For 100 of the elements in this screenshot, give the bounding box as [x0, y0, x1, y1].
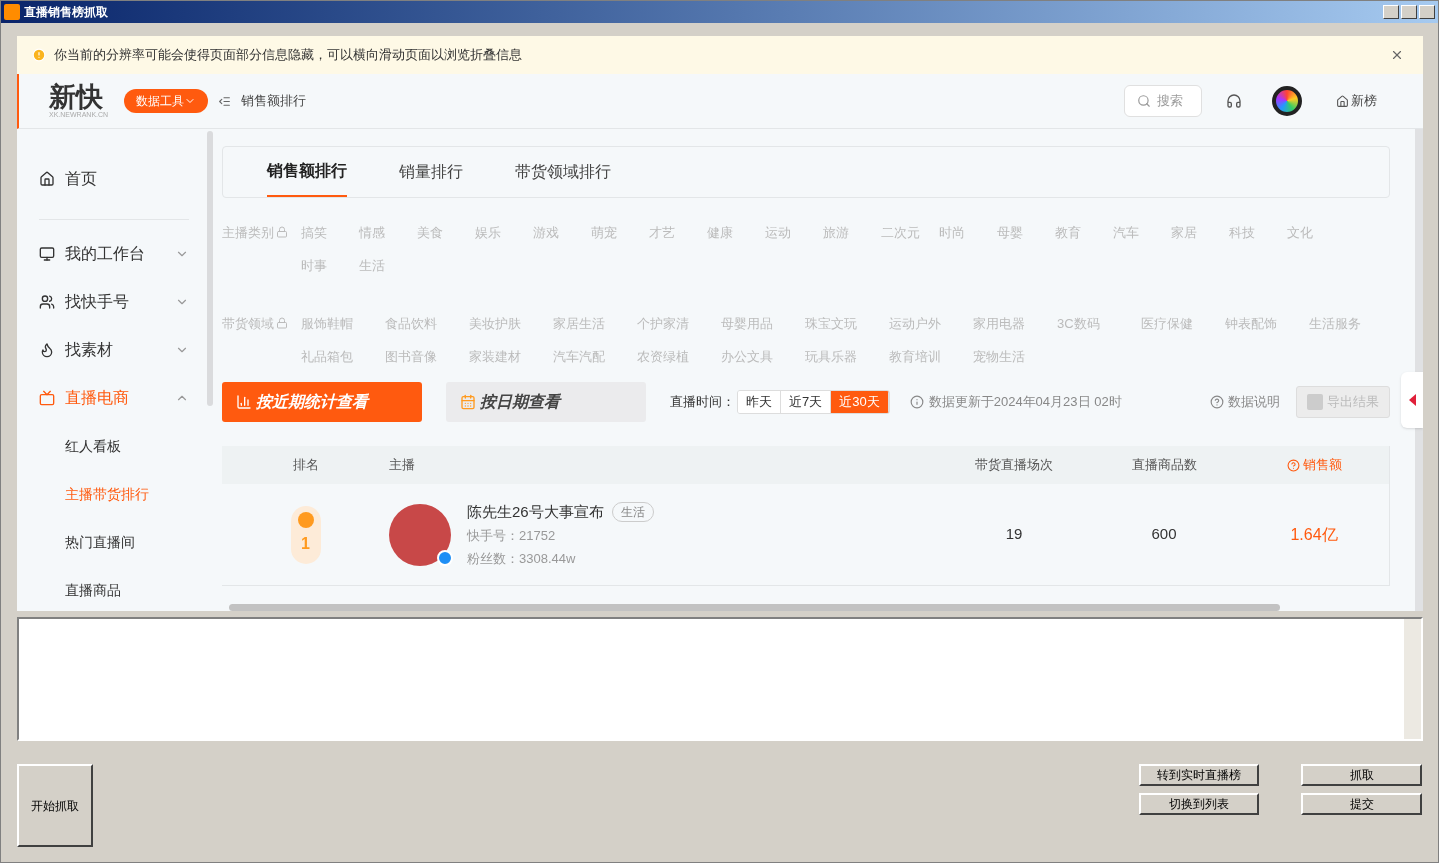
filter-label: 带货领域 [222, 315, 274, 333]
filter-option[interactable]: 才艺 [649, 223, 707, 256]
filter-option[interactable]: 旅游 [823, 223, 881, 256]
time-option[interactable]: 近7天 [781, 391, 832, 413]
filter-option[interactable]: 礼品箱包 [301, 347, 385, 380]
view-button[interactable]: 按近期统计查看 [222, 382, 422, 422]
bar-chart-icon [236, 394, 252, 410]
filter-option[interactable]: 运动 [765, 223, 823, 256]
close-icon[interactable] [1390, 48, 1404, 62]
filter-option[interactable]: 母婴用品 [721, 314, 805, 347]
filter-option[interactable]: 汽车 [1113, 223, 1171, 256]
filter-option[interactable]: 时尚 [939, 223, 997, 256]
filter-option[interactable]: 图书音像 [385, 347, 469, 380]
filter-option[interactable]: 服饰鞋帽 [301, 314, 385, 347]
close-button[interactable] [1419, 5, 1435, 19]
table-cell-text: 19 [1004, 524, 1024, 545]
flame-icon [39, 342, 55, 358]
filter-option[interactable]: 个护家清 [637, 314, 721, 347]
filter-option[interactable]: 家用电器 [973, 314, 1057, 347]
time-option[interactable]: 昨天 [738, 391, 781, 413]
logo[interactable]: 新快 [49, 84, 109, 111]
filter-option[interactable]: 医疗保健 [1141, 314, 1225, 347]
sidebar-item[interactable]: 首页 [39, 155, 189, 203]
new-list-link[interactable]: 新榜 [1351, 91, 1377, 111]
data-note-link[interactable]: 数据说明 [1228, 392, 1280, 412]
scrollbar[interactable] [1404, 619, 1421, 739]
sidebar-item[interactable]: 直播电商 [39, 374, 189, 422]
fetch-button[interactable]: 抓取 [1301, 764, 1422, 786]
filter-option[interactable]: 家居 [1171, 223, 1229, 256]
tools-button[interactable]: 数据工具 [124, 89, 209, 113]
app-icon [4, 4, 20, 20]
home-icon[interactable] [1336, 94, 1349, 108]
column-header[interactable]: 带货直播场次 [975, 455, 1053, 475]
sidebar-subitem[interactable]: 主播带货排行 [39, 470, 205, 518]
filter-option[interactable]: 搞笑 [301, 223, 359, 256]
filter-option[interactable]: 健康 [707, 223, 765, 256]
filter-option[interactable]: 3C数码 [1057, 314, 1141, 347]
sidebar-subitem[interactable]: 红人看板 [39, 422, 205, 470]
scrollbar[interactable] [207, 131, 213, 406]
search-icon [1137, 94, 1151, 108]
filter-option[interactable]: 时事 [301, 256, 359, 289]
account-id: 快手号：21752 [467, 527, 557, 546]
fans-count: 粉丝数：3308.44w [467, 549, 577, 568]
sidebar-subitem[interactable]: 直播商品 [39, 566, 205, 611]
sidebar-item[interactable]: 找快手号 [39, 278, 189, 326]
filter-option[interactable]: 美妆护肤 [469, 314, 553, 347]
maximize-button[interactable] [1401, 5, 1417, 19]
tab[interactable]: 销售额排行 [267, 147, 347, 197]
side-toggle[interactable] [1401, 372, 1423, 428]
column-header[interactable]: 主播 [389, 457, 415, 473]
tab[interactable]: 销量排行 [399, 147, 463, 197]
home-icon [39, 171, 55, 187]
filter-option[interactable]: 文化 [1287, 223, 1345, 256]
column-header[interactable]: 排名 [292, 455, 319, 475]
sidebar-item[interactable]: 我的工作台 [39, 230, 189, 278]
update-time: 数据更新于2024年04月23日 02时 [928, 393, 1122, 412]
filter-option[interactable]: 科技 [1229, 223, 1287, 256]
sidebar-item[interactable]: 找素材 [39, 326, 189, 374]
sidebar-subitem[interactable]: 热门直播间 [39, 518, 205, 566]
filter-option[interactable]: 情感 [359, 223, 417, 256]
collapse-icon[interactable] [218, 94, 232, 108]
help-icon[interactable] [1210, 395, 1224, 409]
filter-option[interactable]: 宠物生活 [973, 347, 1057, 380]
filter-option[interactable]: 钟表配饰 [1225, 314, 1309, 347]
filter-option[interactable]: 汽车汽配 [553, 347, 637, 380]
filter-option[interactable]: 二次元 [881, 223, 939, 256]
avatar[interactable] [1272, 86, 1302, 116]
filter-option[interactable]: 农资绿植 [637, 347, 721, 380]
sales-value: 1.64亿 [1289, 524, 1339, 545]
filter-option[interactable]: 珠宝文玩 [805, 314, 889, 347]
filter-option[interactable]: 生活服务 [1309, 314, 1393, 347]
time-option[interactable]: 近30天 [831, 391, 889, 413]
minimize-button[interactable] [1383, 5, 1399, 19]
filter-option[interactable]: 萌宠 [591, 223, 649, 256]
tab[interactable]: 带货领域排行 [515, 147, 611, 197]
realtime-button[interactable]: 转到实时直播榜 [1139, 764, 1259, 786]
filter-option[interactable]: 家装建材 [469, 347, 553, 380]
filter-option[interactable]: 教育 [1055, 223, 1113, 256]
monitor-icon [39, 246, 55, 262]
filter-option[interactable]: 运动户外 [889, 314, 973, 347]
filter-option[interactable]: 生活 [359, 256, 417, 289]
headset-icon[interactable] [1226, 93, 1242, 109]
switch-list-button[interactable]: 切换到列表 [1139, 793, 1259, 815]
column-header[interactable]: 直播商品数 [1131, 455, 1197, 475]
anchor-name[interactable]: 陈先生26号大事宣布 [467, 500, 604, 524]
filter-option[interactable]: 美食 [417, 223, 475, 256]
filter-option[interactable]: 食品饮料 [385, 314, 469, 347]
warning-icon [32, 48, 46, 62]
filter-option[interactable]: 母婴 [997, 223, 1055, 256]
filter-option[interactable]: 教育培训 [889, 347, 973, 380]
search-field[interactable]: 搜索 [1124, 85, 1202, 117]
horizontal-scrollbar[interactable] [229, 604, 1280, 611]
filter-option[interactable]: 娱乐 [475, 223, 533, 256]
filter-option[interactable]: 游戏 [533, 223, 591, 256]
start-button[interactable]: 开始抓取 [17, 764, 93, 847]
table-cell-text: 600 [1150, 524, 1178, 545]
column-header[interactable]: 销售额 [1302, 455, 1342, 475]
view-button[interactable]: 按日期查看 [446, 382, 646, 422]
filter-option[interactable]: 家居生活 [553, 314, 637, 347]
submit-button[interactable]: 提交 [1301, 793, 1422, 815]
